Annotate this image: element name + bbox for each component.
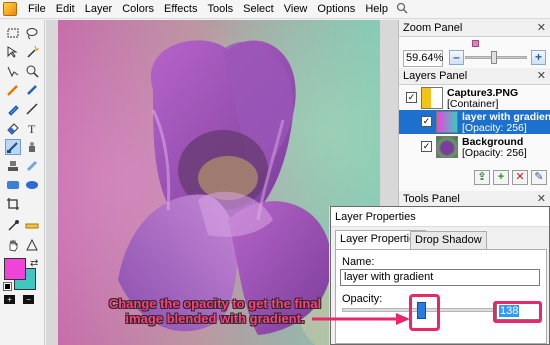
menu-effects[interactable]: Effects bbox=[159, 0, 202, 19]
menu-select[interactable]: Select bbox=[238, 0, 279, 19]
add-layer-icon[interactable]: ⇪ bbox=[474, 170, 490, 185]
layer-row-background[interactable]: ✓ Background [Opacity: 256] bbox=[399, 135, 550, 159]
magic-wand-icon[interactable] bbox=[24, 44, 40, 60]
menu-bar: File Edit Layer Colors Effects Tools Sel… bbox=[0, 0, 550, 19]
gradient-thumbnail bbox=[436, 111, 458, 133]
menu-colors[interactable]: Colors bbox=[117, 0, 159, 19]
tools-panel-title: Tools Panel bbox=[403, 193, 460, 205]
layer-visibility-checkbox[interactable]: ✓ bbox=[421, 141, 432, 152]
rectangle-select-icon[interactable] bbox=[5, 25, 21, 41]
stamp-icon[interactable] bbox=[5, 158, 21, 174]
menu-view[interactable]: View bbox=[279, 0, 313, 19]
pan-icon[interactable] bbox=[24, 63, 40, 79]
slider-highlight bbox=[409, 294, 440, 331]
layer-sub: [Opacity: 256] bbox=[462, 122, 527, 134]
layer-row-container[interactable]: ✓ Capture3.PNG [Container] bbox=[399, 86, 550, 110]
layer-sub: [Container] bbox=[447, 98, 499, 110]
clone-icon[interactable] bbox=[24, 139, 40, 155]
menu-help[interactable]: Help bbox=[360, 0, 393, 19]
zoom-preview-marker bbox=[472, 40, 479, 47]
swap-colors-icon[interactable]: ⇄ bbox=[30, 258, 38, 269]
layer-row-gradient[interactable]: ✓ layer with gradient [Opacity: 256] bbox=[399, 110, 550, 134]
layers-panel-header: Layers Panel ✕ bbox=[399, 68, 550, 85]
eraser-icon[interactable] bbox=[5, 120, 21, 136]
app-icon bbox=[3, 2, 17, 16]
new-layer-icon[interactable]: + bbox=[493, 170, 509, 185]
name-label: Name: bbox=[342, 256, 375, 268]
toolbox: T ⇄ + − bbox=[0, 20, 45, 345]
brush-icon[interactable] bbox=[5, 101, 21, 117]
layer-visibility-checkbox[interactable]: ✓ bbox=[406, 92, 417, 103]
tab-drop-shadow[interactable]: Drop Shadow bbox=[410, 231, 487, 249]
close-icon[interactable]: ✕ bbox=[537, 68, 546, 85]
layer-name-field[interactable]: layer with gradient bbox=[340, 269, 540, 286]
delete-layer-icon[interactable]: ✕ bbox=[512, 170, 528, 185]
zoom-out-button[interactable]: – bbox=[449, 50, 464, 65]
svg-text:T: T bbox=[28, 122, 36, 135]
layers-panel-title: Layers Panel bbox=[403, 70, 468, 82]
zoom-input[interactable]: 59.64% bbox=[403, 50, 443, 67]
palette-remove-button[interactable]: − bbox=[23, 295, 34, 304]
palette-add-button[interactable]: + bbox=[4, 295, 15, 304]
rounded-rect-icon[interactable] bbox=[5, 177, 21, 193]
line-icon[interactable] bbox=[24, 101, 40, 117]
layer-properties-icon[interactable]: ✎ bbox=[531, 170, 547, 185]
hand-icon[interactable] bbox=[5, 237, 21, 253]
move-icon[interactable] bbox=[5, 44, 21, 60]
zoom-in-button[interactable]: + bbox=[531, 50, 546, 65]
shape-icon[interactable] bbox=[24, 237, 40, 253]
color-picker-icon[interactable] bbox=[5, 218, 21, 234]
ruler-icon[interactable] bbox=[24, 218, 40, 234]
zoom-slider-thumb[interactable] bbox=[491, 51, 497, 64]
paint-bucket-icon[interactable] bbox=[24, 82, 40, 98]
menu-tools[interactable]: Tools bbox=[202, 0, 238, 19]
menu-edit[interactable]: Edit bbox=[51, 0, 80, 19]
crop-icon[interactable] bbox=[5, 196, 21, 212]
zoom-icon[interactable] bbox=[5, 63, 21, 79]
ellipse-icon[interactable] bbox=[24, 177, 40, 193]
layer-visibility-checkbox[interactable]: ✓ bbox=[421, 116, 432, 127]
dialog-title: Layer Properties bbox=[331, 207, 549, 227]
zoom-panel-header: Zoom Panel ✕ bbox=[399, 20, 550, 37]
container-thumbnail bbox=[421, 87, 443, 109]
text-icon[interactable]: T bbox=[24, 120, 40, 136]
menu-layer[interactable]: Layer bbox=[80, 0, 118, 19]
menu-options[interactable]: Options bbox=[312, 0, 360, 19]
menu-file[interactable]: File bbox=[23, 0, 51, 19]
lasso-icon[interactable] bbox=[24, 25, 40, 41]
pencil-icon[interactable] bbox=[5, 82, 21, 98]
opacity-label: Opacity: bbox=[342, 293, 383, 305]
primary-color-swatch[interactable] bbox=[4, 258, 26, 280]
annotation-text: Change the opacity to get the final imag… bbox=[108, 296, 322, 326]
value-highlight bbox=[493, 301, 542, 323]
recolor-icon[interactable] bbox=[24, 158, 40, 174]
close-icon[interactable]: ✕ bbox=[537, 20, 546, 37]
zoom-panel-title: Zoom Panel bbox=[403, 22, 463, 34]
annotation-arrow bbox=[312, 313, 410, 325]
search-icon[interactable] bbox=[396, 2, 408, 17]
background-thumbnail bbox=[436, 136, 458, 158]
default-colors-icon[interactable] bbox=[3, 282, 12, 291]
layer-sub: [Opacity: 256] bbox=[462, 147, 527, 159]
gradient-icon[interactable] bbox=[5, 139, 21, 155]
